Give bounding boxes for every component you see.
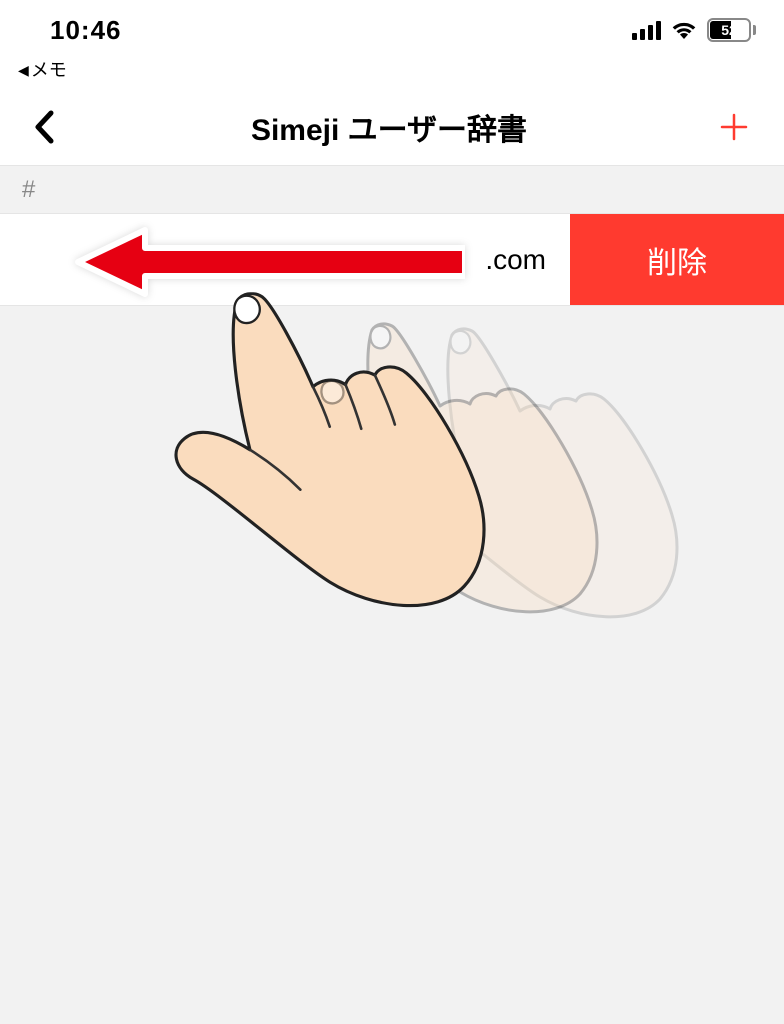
wifi-icon [671,20,697,40]
hand-icon [162,292,509,618]
plus-icon [720,113,748,141]
section-header: # [0,166,784,214]
status-time: 10:46 [50,15,122,46]
back-to-app-label: メモ [31,60,67,80]
delete-button[interactable]: 削除 [570,214,784,305]
page-title: Simeji ユーザー辞書 [251,105,527,149]
status-icons: 52 [632,18,756,42]
back-to-app[interactable]: ◀ メモ [0,60,784,88]
cellular-signal-icon [632,20,661,40]
back-button[interactable] [24,107,64,147]
chevron-left-icon [33,110,55,144]
status-bar: 10:46 52 [0,0,784,60]
row-text: .com [485,244,546,276]
nav-bar: Simeji ユーザー辞書 [0,88,784,166]
swipe-arrow [75,227,465,297]
battery-percent: 52 [709,22,749,38]
caret-left-icon: ◀ [18,60,29,80]
add-button[interactable] [714,107,754,147]
battery-icon: 52 [707,18,756,42]
